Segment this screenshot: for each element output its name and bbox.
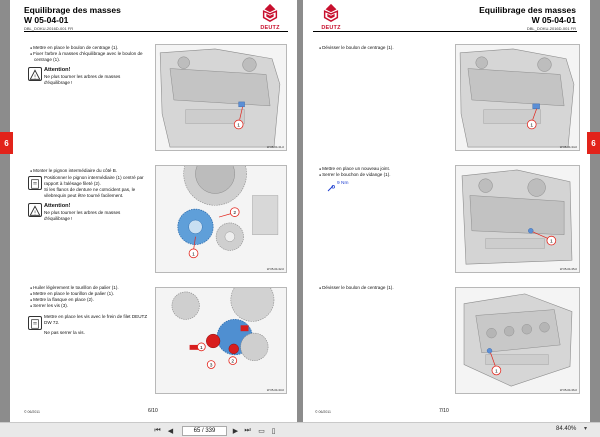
section-code: W 05-04-01 xyxy=(24,15,69,25)
page-number: 7/10 xyxy=(439,408,449,414)
previous-page-icon[interactable]: ◀ xyxy=(166,426,175,435)
image-reference: W 05-04-32-0 xyxy=(266,267,284,271)
svg-text:1: 1 xyxy=(530,122,533,128)
step-3-text: Dévisser le boulon de centrage (1). xyxy=(319,285,439,291)
svg-text:!: ! xyxy=(34,210,36,216)
svg-text:1: 1 xyxy=(550,239,553,245)
page-indicator[interactable]: 65 / 339 xyxy=(182,425,227,436)
attention-text: Ne plus tourner les arbres de masses d'é… xyxy=(44,74,121,85)
image-reference: W 05-04-31-0 xyxy=(266,145,284,149)
assembly-photo-3: 1 2 3 W 05-04-33-0 xyxy=(155,287,287,394)
image-reference: W 05-04-33-0 xyxy=(266,388,284,392)
chapter-tab-left: 6 xyxy=(0,132,13,154)
step-2-text: Mettre en place un nouveau joint. Serrer… xyxy=(319,166,439,178)
bullet: Dévisser le boulon de centrage (1). xyxy=(319,45,439,51)
attention-title: Attention! xyxy=(44,67,71,73)
logo-text: DEUTZ xyxy=(260,25,280,31)
last-page-icon[interactable]: ⏭ xyxy=(243,426,252,435)
gear-illustration: 1 2 xyxy=(156,166,286,272)
page-title: Equilibrage des masses xyxy=(24,5,121,15)
deutz-logo-mark xyxy=(323,3,339,23)
svg-text:2: 2 xyxy=(233,210,236,216)
step-2-sub1: Positionner le pignon intermédiaire (1) … xyxy=(44,175,144,186)
svg-text:!: ! xyxy=(34,74,36,80)
zoom-level[interactable]: 84.40% xyxy=(556,426,576,432)
first-page-icon[interactable]: ⏮ xyxy=(153,426,162,435)
image-reference: W 05-04-34-0 xyxy=(559,145,577,149)
step-1-text: Dévisser le boulon de centrage (1). xyxy=(319,45,439,51)
page-title: Equilibrage des masses xyxy=(479,5,576,15)
single-page-view-icon[interactable]: ▭ xyxy=(257,426,266,435)
deutz-logo-mark xyxy=(262,3,278,23)
info-icon xyxy=(28,176,42,190)
chapter-tab-right: 6 xyxy=(587,132,600,154)
engine-illustration: 1 xyxy=(456,45,579,150)
step-2-text: Monter le pignon intermédiaire du côté B… xyxy=(30,168,152,174)
gear-photo-2: 1 2 W 05-04-32-0 xyxy=(155,165,287,273)
header-rule xyxy=(24,31,288,32)
engine-photo-5: 1 W 05-04-35-0 xyxy=(455,165,580,273)
svg-text:1: 1 xyxy=(237,122,240,128)
torque-wrench-icon xyxy=(327,180,335,192)
attention-text: Ne plus tourner les arbres de masses d'é… xyxy=(44,210,121,221)
page-number: 6/10 xyxy=(148,408,158,414)
pdf-toolbar: ⏮ ◀ 65 / 339 ▶ ⏭ ▭ ▯ 84.40% ▾ xyxy=(0,422,600,437)
deutz-logo: DEUTZ xyxy=(255,3,285,31)
attention-icon: ! xyxy=(28,203,42,217)
header-rule xyxy=(313,31,577,32)
bullet: Dévisser le boulon de centrage (1). xyxy=(319,285,439,291)
step-3-sub1: Mettre en place les vis avec le frein de… xyxy=(44,314,148,325)
bullet: Monter le pignon intermédiaire du côté B… xyxy=(30,168,152,174)
two-page-view-icon[interactable]: ▯ xyxy=(269,426,278,435)
deutz-logo: DEUTZ xyxy=(316,3,346,31)
svg-text:1: 1 xyxy=(192,251,195,257)
attention-title: Attention! xyxy=(44,203,71,209)
step-1-text: Mettre en place le boulon de centrage (1… xyxy=(30,45,152,63)
bullet: Serrer le bouchon de vidange (1). xyxy=(319,172,439,178)
right-page: DEUTZ Equilibrage des masses W 05-04-01 … xyxy=(303,0,590,422)
document-viewer[interactable]: Equilibrage des masses W 05-04-01 DBL_DO… xyxy=(0,0,600,422)
bullet: Serrer les vis (3). xyxy=(30,303,152,309)
bearing-illustration: 1 2 3 xyxy=(156,288,286,393)
engine-illustration: 1 xyxy=(156,45,286,150)
next-page-icon[interactable]: ▶ xyxy=(231,426,240,435)
zoom-dropdown-icon[interactable]: ▾ xyxy=(584,425,587,432)
attention-icon: ! xyxy=(28,67,42,81)
engine-photo-1: 1 W 05-04-31-0 xyxy=(155,44,287,151)
step-2-sub2: Si les flancs de denture ne coïncident p… xyxy=(44,187,136,198)
svg-text:1: 1 xyxy=(200,345,203,351)
step-3-sub2: Ne pas serrer la vis. xyxy=(44,330,85,335)
step-3-text: Huiler légèrement le tourillon de palier… xyxy=(30,285,152,309)
svg-text:1: 1 xyxy=(495,368,498,374)
image-reference: W 05-04-36-0 xyxy=(559,388,577,392)
footer-copyright: © 06/2011 xyxy=(315,410,331,414)
image-reference: W 05-04-35-0 xyxy=(559,267,577,271)
engine-illustration: 1 xyxy=(456,166,579,272)
bullet: Fixer l'arbre à masses d'équilibrage ave… xyxy=(30,51,152,63)
crankcase-illustration: 1 xyxy=(456,288,579,393)
section-code: W 05-04-01 xyxy=(531,15,576,25)
svg-text:3: 3 xyxy=(210,363,213,369)
footer-copyright: © 06/2011 xyxy=(24,410,40,414)
info-icon xyxy=(28,316,42,330)
torque-value: 9 Nm xyxy=(337,181,349,186)
engine-photo-4: 1 W 05-04-34-0 xyxy=(455,44,580,151)
engine-photo-6: 1 W 05-04-36-0 xyxy=(455,287,580,394)
svg-text:2: 2 xyxy=(231,359,234,365)
left-page: Equilibrage des masses W 05-04-01 DBL_DO… xyxy=(10,0,297,422)
